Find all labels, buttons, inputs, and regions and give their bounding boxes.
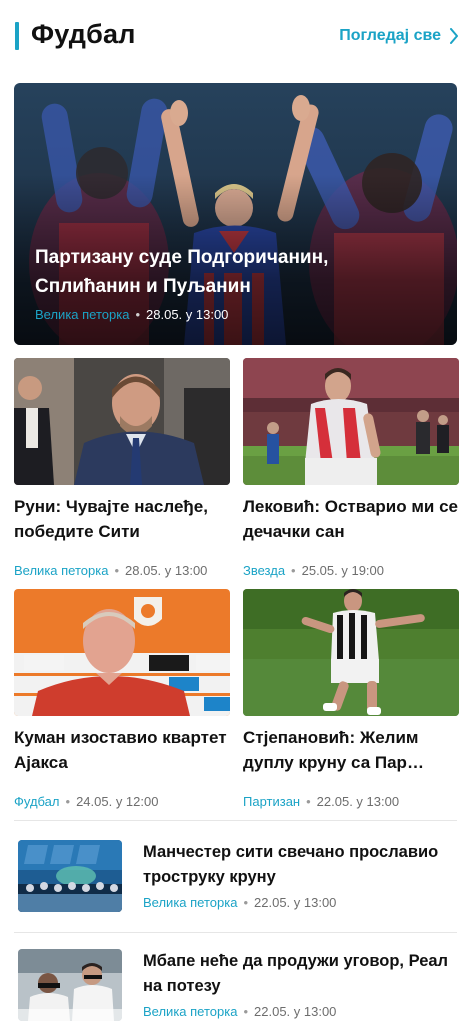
- card-meta: Партизан • 22.05. у 13:00: [243, 794, 459, 809]
- card-meta: Звезда • 25.05. у 19:00: [243, 563, 459, 578]
- article-card[interactable]: Куман изоставио квартет Ајакса Фудбал • …: [14, 589, 230, 809]
- list-item[interactable]: Мбапе неће да продужи уговор, Реал на по…: [14, 949, 457, 1024]
- list-item-image: [18, 840, 122, 912]
- see-all-label: Погледај све: [339, 27, 441, 44]
- meta-separator: •: [114, 563, 120, 578]
- card-date: 24.05. у 12:00: [76, 794, 159, 809]
- card-meta: Фудбал • 24.05. у 12:00: [14, 794, 230, 809]
- card-category[interactable]: Велика петорка: [14, 563, 108, 578]
- card-image: [243, 358, 459, 485]
- article-card[interactable]: Стјепановић: Желим дуплу круну са Пар… П…: [243, 589, 459, 809]
- list-item-title: Мбапе неће да продужи уговор, Реал на по…: [143, 952, 449, 995]
- hero-date: 28.05. у 13:00: [146, 307, 229, 322]
- list-item-meta: Велика петорка • 22.05. у 13:00: [143, 895, 336, 910]
- meta-separator: •: [135, 307, 141, 322]
- list-item-meta: Велика петорка • 22.05. у 13:00: [143, 1004, 336, 1019]
- meta-separator: •: [306, 794, 311, 809]
- meta-separator: •: [243, 895, 249, 910]
- hero-article[interactable]: Партизану суде Подгоричанин, Сплићанин и…: [14, 83, 457, 345]
- card-title: Стјепановић: Желим дуплу круну са Пар…: [243, 728, 424, 772]
- hero-category[interactable]: Велика петорка: [35, 307, 129, 322]
- list-divider: [14, 820, 457, 821]
- section-header: Фудбал Погледај све: [0, 0, 473, 70]
- card-date: 28.05. у 13:00: [125, 563, 208, 578]
- list-item-date: 22.05. у 13:00: [254, 895, 337, 910]
- card-date: 22.05. у 13:00: [316, 794, 400, 809]
- card-image: [243, 589, 459, 716]
- card-title: Руни: Чувајте наслеђе, победите Сити: [14, 497, 208, 541]
- card-title: Куман изоставио квартет Ајакса: [14, 728, 227, 772]
- card-category[interactable]: Партизан: [243, 794, 300, 809]
- list-item-category[interactable]: Велика петорка: [143, 1004, 237, 1019]
- meta-separator: •: [243, 1004, 249, 1019]
- card-title: Лековић: Остварио ми се дечачки сан: [243, 497, 459, 541]
- hero-shade: [14, 83, 457, 345]
- card-category[interactable]: Фудбал: [14, 794, 60, 809]
- hero-title: Партизану суде Подгоричанин, Сплићанин и…: [35, 247, 329, 297]
- list-item-image: [18, 949, 122, 1021]
- see-all-link[interactable]: Погледај све: [339, 27, 459, 45]
- list-item[interactable]: Манчестер сити свечано прославио тростру…: [14, 840, 457, 918]
- chevron-right-icon: [450, 28, 458, 44]
- card-image: [14, 358, 230, 485]
- card-category[interactable]: Звезда: [243, 563, 285, 578]
- card-meta: Велика петорка • 28.05. у 13:00: [14, 563, 230, 578]
- meta-separator: •: [65, 794, 71, 809]
- list-item-title: Манчестер сити свечано прославио тростру…: [143, 843, 439, 886]
- section-title: Фудбал: [31, 19, 136, 49]
- section-accent-bar: [15, 22, 19, 50]
- list-item-category[interactable]: Велика петорка: [143, 895, 237, 910]
- card-date: 25.05. у 19:00: [301, 563, 385, 578]
- meta-separator: •: [291, 563, 296, 578]
- card-image: [14, 589, 230, 716]
- list-item-date: 22.05. у 13:00: [254, 1004, 337, 1019]
- list-divider: [14, 932, 457, 933]
- article-card[interactable]: Руни: Чувајте наслеђе, победите Сити Вел…: [14, 358, 230, 578]
- article-card[interactable]: Лековић: Остварио ми се дечачки сан Звез…: [243, 358, 459, 578]
- hero-meta: Велика петорка • 28.05. у 13:00: [35, 307, 228, 322]
